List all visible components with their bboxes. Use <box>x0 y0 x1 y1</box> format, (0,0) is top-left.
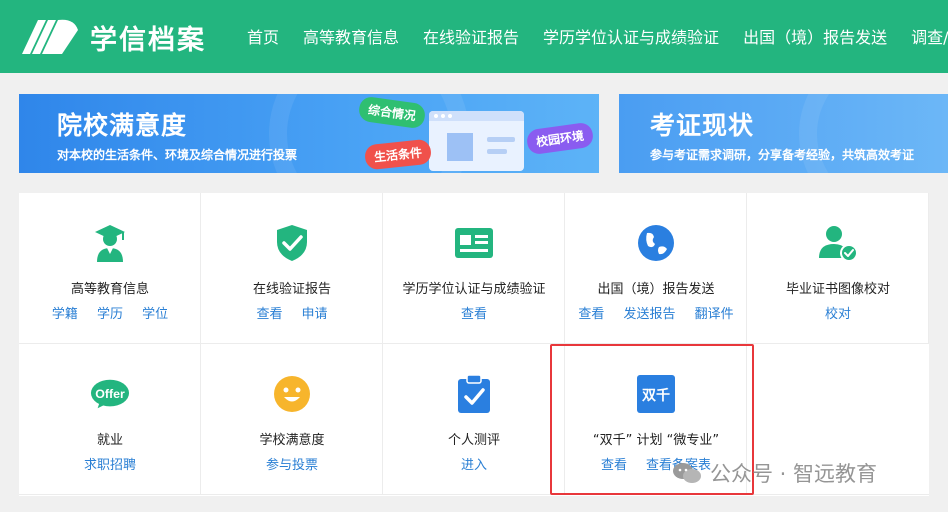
card-school-satisfaction[interactable]: 学校满意度 参与投票 <box>201 344 383 495</box>
link-view[interactable]: 查看 <box>461 307 487 322</box>
card-title: 个人测评 <box>447 433 500 448</box>
wechat-icon <box>673 463 701 483</box>
link-view[interactable]: 查看 <box>578 307 604 322</box>
xuexin-logo-icon[interactable] <box>18 14 80 58</box>
watermark-text: 公众号 · 智远教育 <box>710 462 878 486</box>
certificate-banner[interactable]: 考证现状 参与考证需求调研，分享备考经验，共筑高效考证 <box>619 94 948 173</box>
brand-name[interactable]: 学信档案 <box>90 18 206 57</box>
shuangqian-icon: 双千 <box>636 374 676 414</box>
main-nav: 首页 高等教育信息 在线验证报告 学历学位认证与成绩验证 出国（境）报告发送 调… <box>247 24 948 48</box>
offer-icon-text: Offer <box>95 387 125 401</box>
top-header: 学信档案 首页 高等教育信息 在线验证报告 学历学位认证与成绩验证 出国（境）报… <box>0 0 948 73</box>
link-proofread[interactable]: 校对 <box>825 307 851 322</box>
card-links: 学籍 学历 学位 <box>19 303 201 322</box>
card-personal-assessment[interactable]: 个人测评 进入 <box>383 344 565 495</box>
link-enter[interactable]: 进入 <box>461 458 487 473</box>
nav-higher-education[interactable]: 高等教育信息 <box>303 24 399 48</box>
nav-survey[interactable]: 调查/ <box>911 24 948 48</box>
link-degree[interactable]: 学位 <box>142 307 168 322</box>
card-diploma-proofread[interactable]: 毕业证书图像校对 校对 <box>747 193 929 344</box>
card-title: 出国（境）报告发送 <box>597 282 715 297</box>
link-student-status[interactable]: 学籍 <box>52 307 78 322</box>
nav-overseas-report[interactable]: 出国（境）报告发送 <box>743 24 887 48</box>
card-links: 查看 <box>383 303 565 322</box>
banner-title: 考证现状 <box>650 111 755 140</box>
card-overseas-report[interactable]: 出国（境）报告发送 查看 发送报告 翻译件 <box>565 193 747 344</box>
nav-online-verification[interactable]: 在线验证报告 <box>423 24 519 48</box>
card-degree-certification[interactable]: 学历学位认证与成绩验证 查看 <box>383 193 565 344</box>
id-card-icon <box>454 223 494 263</box>
banner-subtitle: 对本校的生活条件、环境及综合情况进行投票 <box>57 148 298 162</box>
card-employment[interactable]: Offer 就业 求职招聘 <box>19 344 201 495</box>
link-view[interactable]: 查看 <box>601 458 627 473</box>
link-translation[interactable]: 翻译件 <box>695 307 734 322</box>
card-links: 进入 <box>383 454 565 473</box>
banner-subtitle: 参与考证需求调研，分享备考经验，共筑高效考证 <box>650 148 915 162</box>
satisfaction-banner[interactable]: 院校满意度 对本校的生活条件、环境及综合情况进行投票 综合情况 生活条件 校园环… <box>19 94 599 173</box>
card-links: 查看 发送报告 翻译件 <box>565 303 747 322</box>
service-grid: 高等教育信息 学籍 学历 学位 在线验证报告 查看 申请 学历学位认证与成绩验证… <box>19 193 929 496</box>
clipboard-check-icon <box>454 374 494 414</box>
link-vote[interactable]: 参与投票 <box>266 458 318 473</box>
globe-icon <box>636 223 676 263</box>
card-title: 学校满意度 <box>259 433 325 448</box>
link-send-report[interactable]: 发送报告 <box>623 307 675 322</box>
watermark: 公众号 · 智远教育 <box>672 458 877 488</box>
card-title: 高等教育信息 <box>70 282 149 297</box>
card-higher-education[interactable]: 高等教育信息 学籍 学历 学位 <box>19 193 201 344</box>
card-links: 参与投票 <box>201 454 383 473</box>
card-title: 毕业证书图像校对 <box>785 282 890 297</box>
graduate-icon <box>90 223 130 263</box>
link-view[interactable]: 查看 <box>256 307 282 322</box>
shield-check-icon <box>272 223 312 263</box>
banner-tag: 校园环境 <box>525 121 595 156</box>
card-links: 查看 申请 <box>201 303 383 322</box>
school-board-illustration-icon <box>429 111 524 171</box>
shuangqian-icon-text: 双千 <box>642 387 670 404</box>
link-education-record[interactable]: 学历 <box>97 307 123 322</box>
card-online-verification[interactable]: 在线验证报告 查看 申请 <box>201 193 383 344</box>
card-links: 求职招聘 <box>19 454 201 473</box>
link-apply[interactable]: 申请 <box>302 307 328 322</box>
card-title: “双千” 计划 “微专业” <box>592 433 720 448</box>
card-links: 校对 <box>747 303 929 322</box>
card-title: 就业 <box>96 433 123 448</box>
banner-title: 院校满意度 <box>57 111 188 140</box>
offer-icon: Offer <box>90 374 130 414</box>
user-check-icon <box>818 223 858 263</box>
nav-degree-certification[interactable]: 学历学位认证与成绩验证 <box>543 24 719 48</box>
nav-home[interactable]: 首页 <box>247 24 279 48</box>
card-title: 在线验证报告 <box>252 282 331 297</box>
link-job-search[interactable]: 求职招聘 <box>84 458 136 473</box>
card-title: 学历学位认证与成绩验证 <box>402 282 546 297</box>
smiley-icon <box>272 374 312 414</box>
